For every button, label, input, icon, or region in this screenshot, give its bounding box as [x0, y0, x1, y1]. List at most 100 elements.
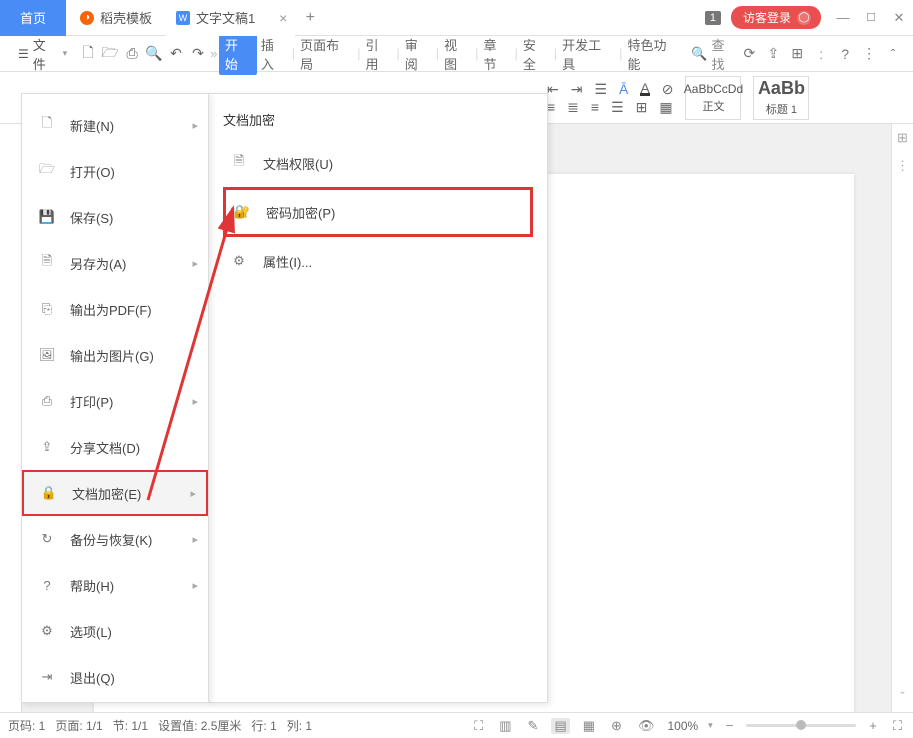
- status-section[interactable]: 节: 1/1: [113, 717, 148, 734]
- file-button[interactable]: ☰ 文件 ▾: [8, 32, 77, 76]
- zoom-in-icon[interactable]: +: [866, 718, 880, 733]
- tab-devtools[interactable]: 开发工具: [558, 35, 618, 73]
- new-file-icon: 🗋: [38, 116, 56, 134]
- undo-icon[interactable]: ↶: [165, 45, 187, 62]
- tab-pagelayout[interactable]: 页面布局: [296, 35, 356, 73]
- menu-backup-label: 备份与恢复(K): [70, 530, 152, 549]
- tab-insert[interactable]: 插入: [257, 35, 291, 73]
- submenu-permissions[interactable]: 🗎 文档权限(U): [223, 141, 533, 185]
- sidebar-select-icon[interactable]: ⊞: [897, 130, 908, 146]
- text-direction-icon[interactable]: Ᾱ: [619, 82, 628, 96]
- tab-review[interactable]: 审阅: [401, 35, 435, 73]
- line-spacing-icon[interactable]: ☰: [594, 82, 607, 96]
- collapse-ribbon-icon[interactable]: ˆ: [881, 46, 905, 62]
- menu-new[interactable]: 🗋 新建(N) ▸: [22, 102, 208, 148]
- menu-saveas[interactable]: 🗎 另存为(A) ▸: [22, 240, 208, 286]
- menu-pdf[interactable]: ⎘ 输出为PDF(F): [22, 286, 208, 332]
- eye-icon[interactable]: 👁: [635, 718, 658, 734]
- close-window-button[interactable]: ✕: [885, 10, 913, 26]
- print-icon[interactable]: ⎙: [121, 45, 143, 62]
- more-icon[interactable]: ⋮: [857, 45, 881, 62]
- status-page[interactable]: 页面: 1/1: [55, 717, 102, 734]
- align-left-icon[interactable]: ≡: [547, 100, 555, 114]
- edit-icon[interactable]: ✎: [525, 718, 542, 734]
- shading-icon[interactable]: ▦: [659, 100, 672, 114]
- menu-backup[interactable]: ↻ 备份与恢复(K) ▸: [22, 516, 208, 562]
- indent-left-icon[interactable]: ⇤: [547, 82, 559, 96]
- style-body[interactable]: AaBbCcDd 正文: [685, 76, 741, 120]
- indent-right-icon[interactable]: ⇥: [571, 82, 583, 96]
- cloud-sync-icon[interactable]: ⟳: [737, 45, 761, 62]
- menu-share[interactable]: ⇪ 分享文档(D): [22, 424, 208, 470]
- menu-encrypt[interactable]: 🔒 文档加密(E) ▸: [22, 470, 208, 516]
- font-color-icon[interactable]: A: [640, 81, 649, 96]
- lock-icon: 🔒: [40, 484, 58, 502]
- redo-icon[interactable]: ↷: [187, 45, 209, 62]
- add-tab-button[interactable]: +: [295, 9, 325, 27]
- menu-save-label: 保存(S): [70, 208, 113, 227]
- web-layout-icon[interactable]: ⊕: [608, 718, 625, 734]
- search-icon: 🔍: [691, 46, 707, 62]
- tab-document[interactable]: W 文字文稿1 ×: [166, 0, 295, 36]
- menu-open-label: 打开(O): [70, 162, 115, 181]
- page-layout-icon[interactable]: ▤: [551, 718, 569, 734]
- style-heading1[interactable]: AaBb 标题 1: [753, 76, 809, 120]
- tab-home[interactable]: 首页: [0, 0, 66, 36]
- status-position[interactable]: 设置值: 2.5厘米: [158, 717, 241, 734]
- menu-saveas-label: 另存为(A): [70, 254, 126, 273]
- chevron-down-icon[interactable]: ▾: [708, 720, 713, 731]
- menu-save[interactable]: 💾 保存(S): [22, 194, 208, 240]
- new-doc-icon[interactable]: 🗋: [77, 42, 99, 66]
- submenu-properties[interactable]: ⚙ 属性(I)...: [223, 239, 533, 283]
- menu-print[interactable]: ⎙ 打印(P) ▸: [22, 378, 208, 424]
- guest-login-label: 访客登录: [743, 9, 791, 26]
- menu-help[interactable]: ? 帮助(H) ▸: [22, 562, 208, 608]
- align-center-icon[interactable]: ≣: [567, 100, 579, 114]
- close-tab-icon[interactable]: ×: [279, 10, 287, 26]
- search-button[interactable]: 🔍 查找: [691, 35, 737, 73]
- share-icon[interactable]: ⇪: [761, 45, 785, 62]
- notification-badge[interactable]: 1: [705, 11, 721, 25]
- align-right-icon[interactable]: ≡: [591, 100, 599, 114]
- image-export-icon: 🖼: [38, 346, 56, 364]
- status-col[interactable]: 列: 1: [287, 717, 312, 734]
- fit-page-icon[interactable]: ⛶: [890, 718, 905, 734]
- maximize-button[interactable]: ☐: [857, 11, 885, 24]
- borders-icon[interactable]: ⊞: [636, 100, 648, 114]
- sidebar-outline-icon[interactable]: ⋮: [896, 158, 909, 174]
- tab-security[interactable]: 安全: [519, 35, 553, 73]
- preview-icon[interactable]: 🔍: [143, 45, 165, 62]
- zoom-slider-handle[interactable]: [796, 720, 806, 730]
- zoom-level[interactable]: 100%: [667, 719, 698, 733]
- justify-icon[interactable]: ☰: [611, 100, 624, 114]
- submenu-perm-label: 文档权限(U): [263, 154, 333, 173]
- fullscreen-icon[interactable]: ⛶: [471, 718, 486, 734]
- titlebar: 首页 ◑ 稻壳模板 W 文字文稿1 × + 1 访客登录 ◯ — ☐ ✕: [0, 0, 913, 36]
- help-button[interactable]: ?: [833, 46, 857, 62]
- status-page-no[interactable]: 页码: 1: [8, 717, 45, 734]
- menu-open[interactable]: 🗁 打开(O): [22, 148, 208, 194]
- help-icon[interactable]: :: [809, 46, 833, 62]
- menu-exit[interactable]: ⇥ 退出(Q): [22, 654, 208, 700]
- open-icon[interactable]: 🗁: [99, 42, 121, 66]
- settings-icon[interactable]: ⊞: [785, 45, 809, 62]
- menu-image[interactable]: 🖼 输出为图片(G): [22, 332, 208, 378]
- zoom-slider[interactable]: [746, 724, 856, 727]
- clear-format-icon[interactable]: ⊘: [662, 82, 674, 96]
- submenu-password[interactable]: 🔐 密码加密(P): [226, 190, 530, 234]
- sidebar-down-icon[interactable]: ˇ: [900, 689, 904, 704]
- tab-docker-template[interactable]: ◑ 稻壳模板: [66, 0, 166, 36]
- zoom-out-icon[interactable]: −: [723, 718, 737, 733]
- guest-login-button[interactable]: 访客登录 ◯: [731, 6, 821, 29]
- reading-layout-icon[interactable]: ▥: [496, 718, 514, 734]
- menu-options[interactable]: ⚙ 选项(L): [22, 608, 208, 654]
- tab-start[interactable]: 开始: [219, 33, 257, 75]
- tab-view[interactable]: 视图: [440, 35, 474, 73]
- tab-feature[interactable]: 特色功能: [623, 35, 683, 73]
- tab-chapter[interactable]: 章节: [479, 35, 513, 73]
- status-row[interactable]: 行: 1: [251, 717, 276, 734]
- outline-view-icon[interactable]: ▦: [580, 718, 598, 734]
- minimize-button[interactable]: —: [829, 10, 857, 25]
- tab-reference[interactable]: 引用: [361, 35, 395, 73]
- word-doc-icon: W: [176, 11, 190, 25]
